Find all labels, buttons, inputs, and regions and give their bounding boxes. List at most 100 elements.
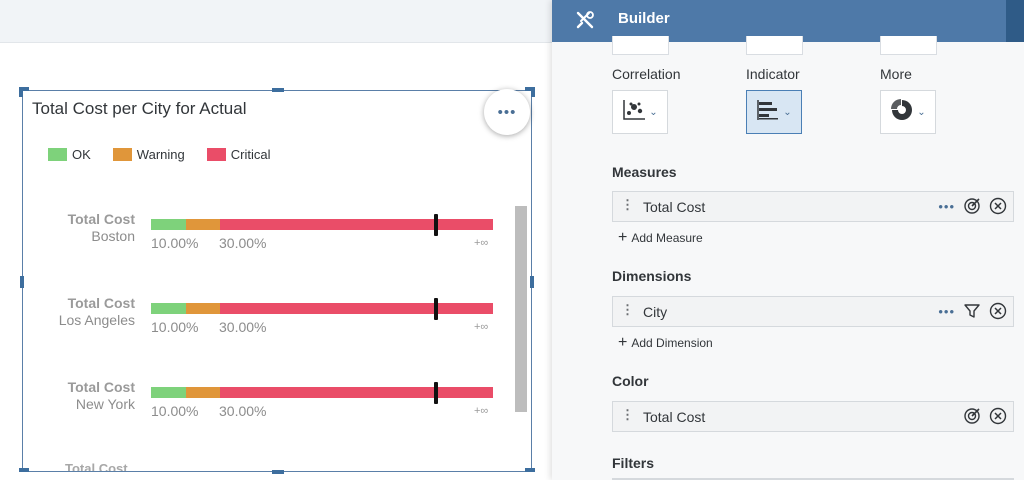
legend-item-critical[interactable]: Critical bbox=[206, 147, 271, 162]
legend-item-warning[interactable]: Warning bbox=[112, 147, 185, 162]
builder-header-edge bbox=[1006, 0, 1024, 42]
donut-chart-icon bbox=[890, 98, 914, 127]
tick-label-infinity: +∞ bbox=[474, 405, 489, 417]
chart-title: Total Cost per City for Actual bbox=[32, 99, 247, 118]
bar-segment-warning bbox=[186, 303, 220, 314]
row-city-label: Boston bbox=[91, 228, 135, 244]
bar-segment-ok bbox=[151, 303, 186, 314]
row-measure-label: Total Cost bbox=[67, 295, 135, 311]
indicator-chart-button[interactable]: ⌄ bbox=[746, 90, 802, 134]
builder-title: Builder bbox=[618, 10, 670, 27]
resize-handle[interactable] bbox=[525, 468, 535, 472]
resize-handle[interactable] bbox=[531, 87, 535, 97]
measure-field-total-cost[interactable]: ⋮ Total Cost ••• bbox=[612, 191, 1014, 222]
bar-segment-warning bbox=[186, 387, 220, 398]
bullet-bar[interactable] bbox=[151, 387, 493, 398]
add-dimension-link[interactable]: + Add Dimension bbox=[618, 334, 713, 352]
bar-segment-ok bbox=[151, 387, 186, 398]
row-city-label: Los Angeles bbox=[58, 312, 135, 328]
tools-icon bbox=[574, 10, 596, 37]
resize-handle[interactable] bbox=[19, 87, 23, 97]
scatter-chart-icon bbox=[622, 99, 646, 126]
target-icon[interactable] bbox=[963, 407, 981, 425]
dimension-field-city[interactable]: ⋮ City ••• bbox=[612, 296, 1014, 327]
tick-label: 10.00% bbox=[151, 403, 199, 419]
category-label-correlation: Correlation bbox=[612, 66, 681, 82]
row-measure-label: Total Cost bbox=[67, 211, 135, 227]
row-city-label: New York bbox=[75, 396, 135, 412]
bullet-bar[interactable] bbox=[151, 219, 493, 230]
more-options-icon[interactable]: ••• bbox=[938, 304, 955, 319]
tick-label-infinity: +∞ bbox=[474, 321, 489, 333]
legend-swatch-ok bbox=[48, 148, 67, 161]
legend-label-ok: OK bbox=[72, 147, 91, 162]
actual-marker bbox=[434, 214, 438, 236]
remove-icon[interactable] bbox=[989, 302, 1007, 320]
row-measure-label: Total Cost bbox=[67, 379, 135, 395]
row-label: Total Cost Los Angeles bbox=[59, 295, 135, 329]
add-dimension-label: Add Dimension bbox=[631, 336, 713, 350]
remove-icon[interactable] bbox=[989, 197, 1007, 215]
chart-row-new-york[interactable]: Total Cost New York 10.00% 30.00% +∞ bbox=[23, 379, 503, 439]
resize-handle[interactable] bbox=[20, 276, 24, 288]
tick-label: 30.00% bbox=[219, 235, 267, 251]
add-measure-link[interactable]: + Add Measure bbox=[618, 229, 703, 247]
resize-handle[interactable] bbox=[19, 468, 29, 472]
legend-swatch-warning bbox=[112, 148, 132, 161]
bar-segment-ok bbox=[151, 219, 186, 230]
color-field-label: Total Cost bbox=[643, 409, 706, 425]
bar-segment-critical bbox=[220, 387, 493, 398]
color-field-total-cost[interactable]: ⋮ Total Cost bbox=[612, 401, 1014, 432]
chart-row-los-angeles[interactable]: Total Cost Los Angeles 10.00% 30.00% +∞ bbox=[23, 295, 503, 355]
color-heading: Color bbox=[612, 373, 649, 389]
chart-card[interactable]: Total Cost per City for Actual OK Warnin… bbox=[22, 90, 532, 472]
dimension-field-label: City bbox=[643, 304, 668, 320]
bar-segment-critical bbox=[220, 303, 493, 314]
chart-legend: OK Warning Critical bbox=[48, 147, 292, 162]
row-label: Total Cost Boston bbox=[68, 211, 135, 245]
legend-label-warning: Warning bbox=[136, 147, 185, 162]
add-measure-label: Add Measure bbox=[631, 231, 703, 245]
chevron-down-icon: ⌄ bbox=[917, 106, 926, 118]
chart-type-button-partial[interactable] bbox=[746, 36, 803, 55]
dimensions-heading: Dimensions bbox=[612, 268, 692, 284]
filter-icon[interactable] bbox=[963, 302, 981, 320]
chart-type-button-partial[interactable] bbox=[612, 36, 669, 55]
more-charts-button[interactable]: ⌄ bbox=[880, 90, 936, 134]
chevron-down-icon: ⌄ bbox=[649, 106, 658, 118]
more-options-icon[interactable]: ••• bbox=[938, 199, 955, 214]
resize-handle[interactable] bbox=[272, 470, 284, 474]
chevron-down-icon: ⌄ bbox=[783, 106, 792, 118]
actual-marker bbox=[434, 382, 438, 404]
bar-segment-critical bbox=[220, 219, 493, 230]
legend-item-ok[interactable]: OK bbox=[48, 147, 91, 162]
legend-swatch-critical bbox=[206, 148, 226, 161]
category-label-more: More bbox=[880, 66, 912, 82]
chart-type-button-partial[interactable] bbox=[880, 36, 937, 55]
correlation-chart-button[interactable]: ⌄ bbox=[612, 90, 668, 134]
resize-handle[interactable] bbox=[530, 276, 534, 288]
chart-row-boston[interactable]: Total Cost Boston 10.00% 30.00% +∞ bbox=[23, 211, 503, 271]
target-icon[interactable] bbox=[963, 197, 981, 215]
bullet-bar[interactable] bbox=[151, 303, 493, 314]
category-label-indicator: Indicator bbox=[746, 66, 800, 82]
tick-label: 10.00% bbox=[151, 235, 199, 251]
remove-icon[interactable] bbox=[989, 407, 1007, 425]
drag-handle-icon[interactable]: ⋮ bbox=[621, 197, 634, 213]
drag-handle-icon[interactable]: ⋮ bbox=[621, 407, 634, 423]
bar-segment-warning bbox=[186, 219, 220, 230]
legend-label-critical: Critical bbox=[230, 147, 271, 162]
tick-label-infinity: +∞ bbox=[474, 237, 489, 249]
tick-label: 10.00% bbox=[151, 319, 199, 335]
top-toolbar-strip bbox=[0, 0, 552, 43]
measures-heading: Measures bbox=[612, 164, 677, 180]
chart-more-options-button[interactable]: ••• bbox=[484, 89, 530, 135]
plus-icon: + bbox=[618, 334, 628, 351]
more-dots-icon: ••• bbox=[497, 103, 517, 121]
resize-handle[interactable] bbox=[272, 88, 284, 92]
tick-label: 30.00% bbox=[219, 403, 267, 419]
row-label: Total Cost New York bbox=[68, 379, 135, 413]
chart-scrollbar[interactable] bbox=[515, 206, 527, 412]
drag-handle-icon[interactable]: ⋮ bbox=[621, 302, 634, 318]
filters-heading: Filters bbox=[612, 455, 655, 471]
